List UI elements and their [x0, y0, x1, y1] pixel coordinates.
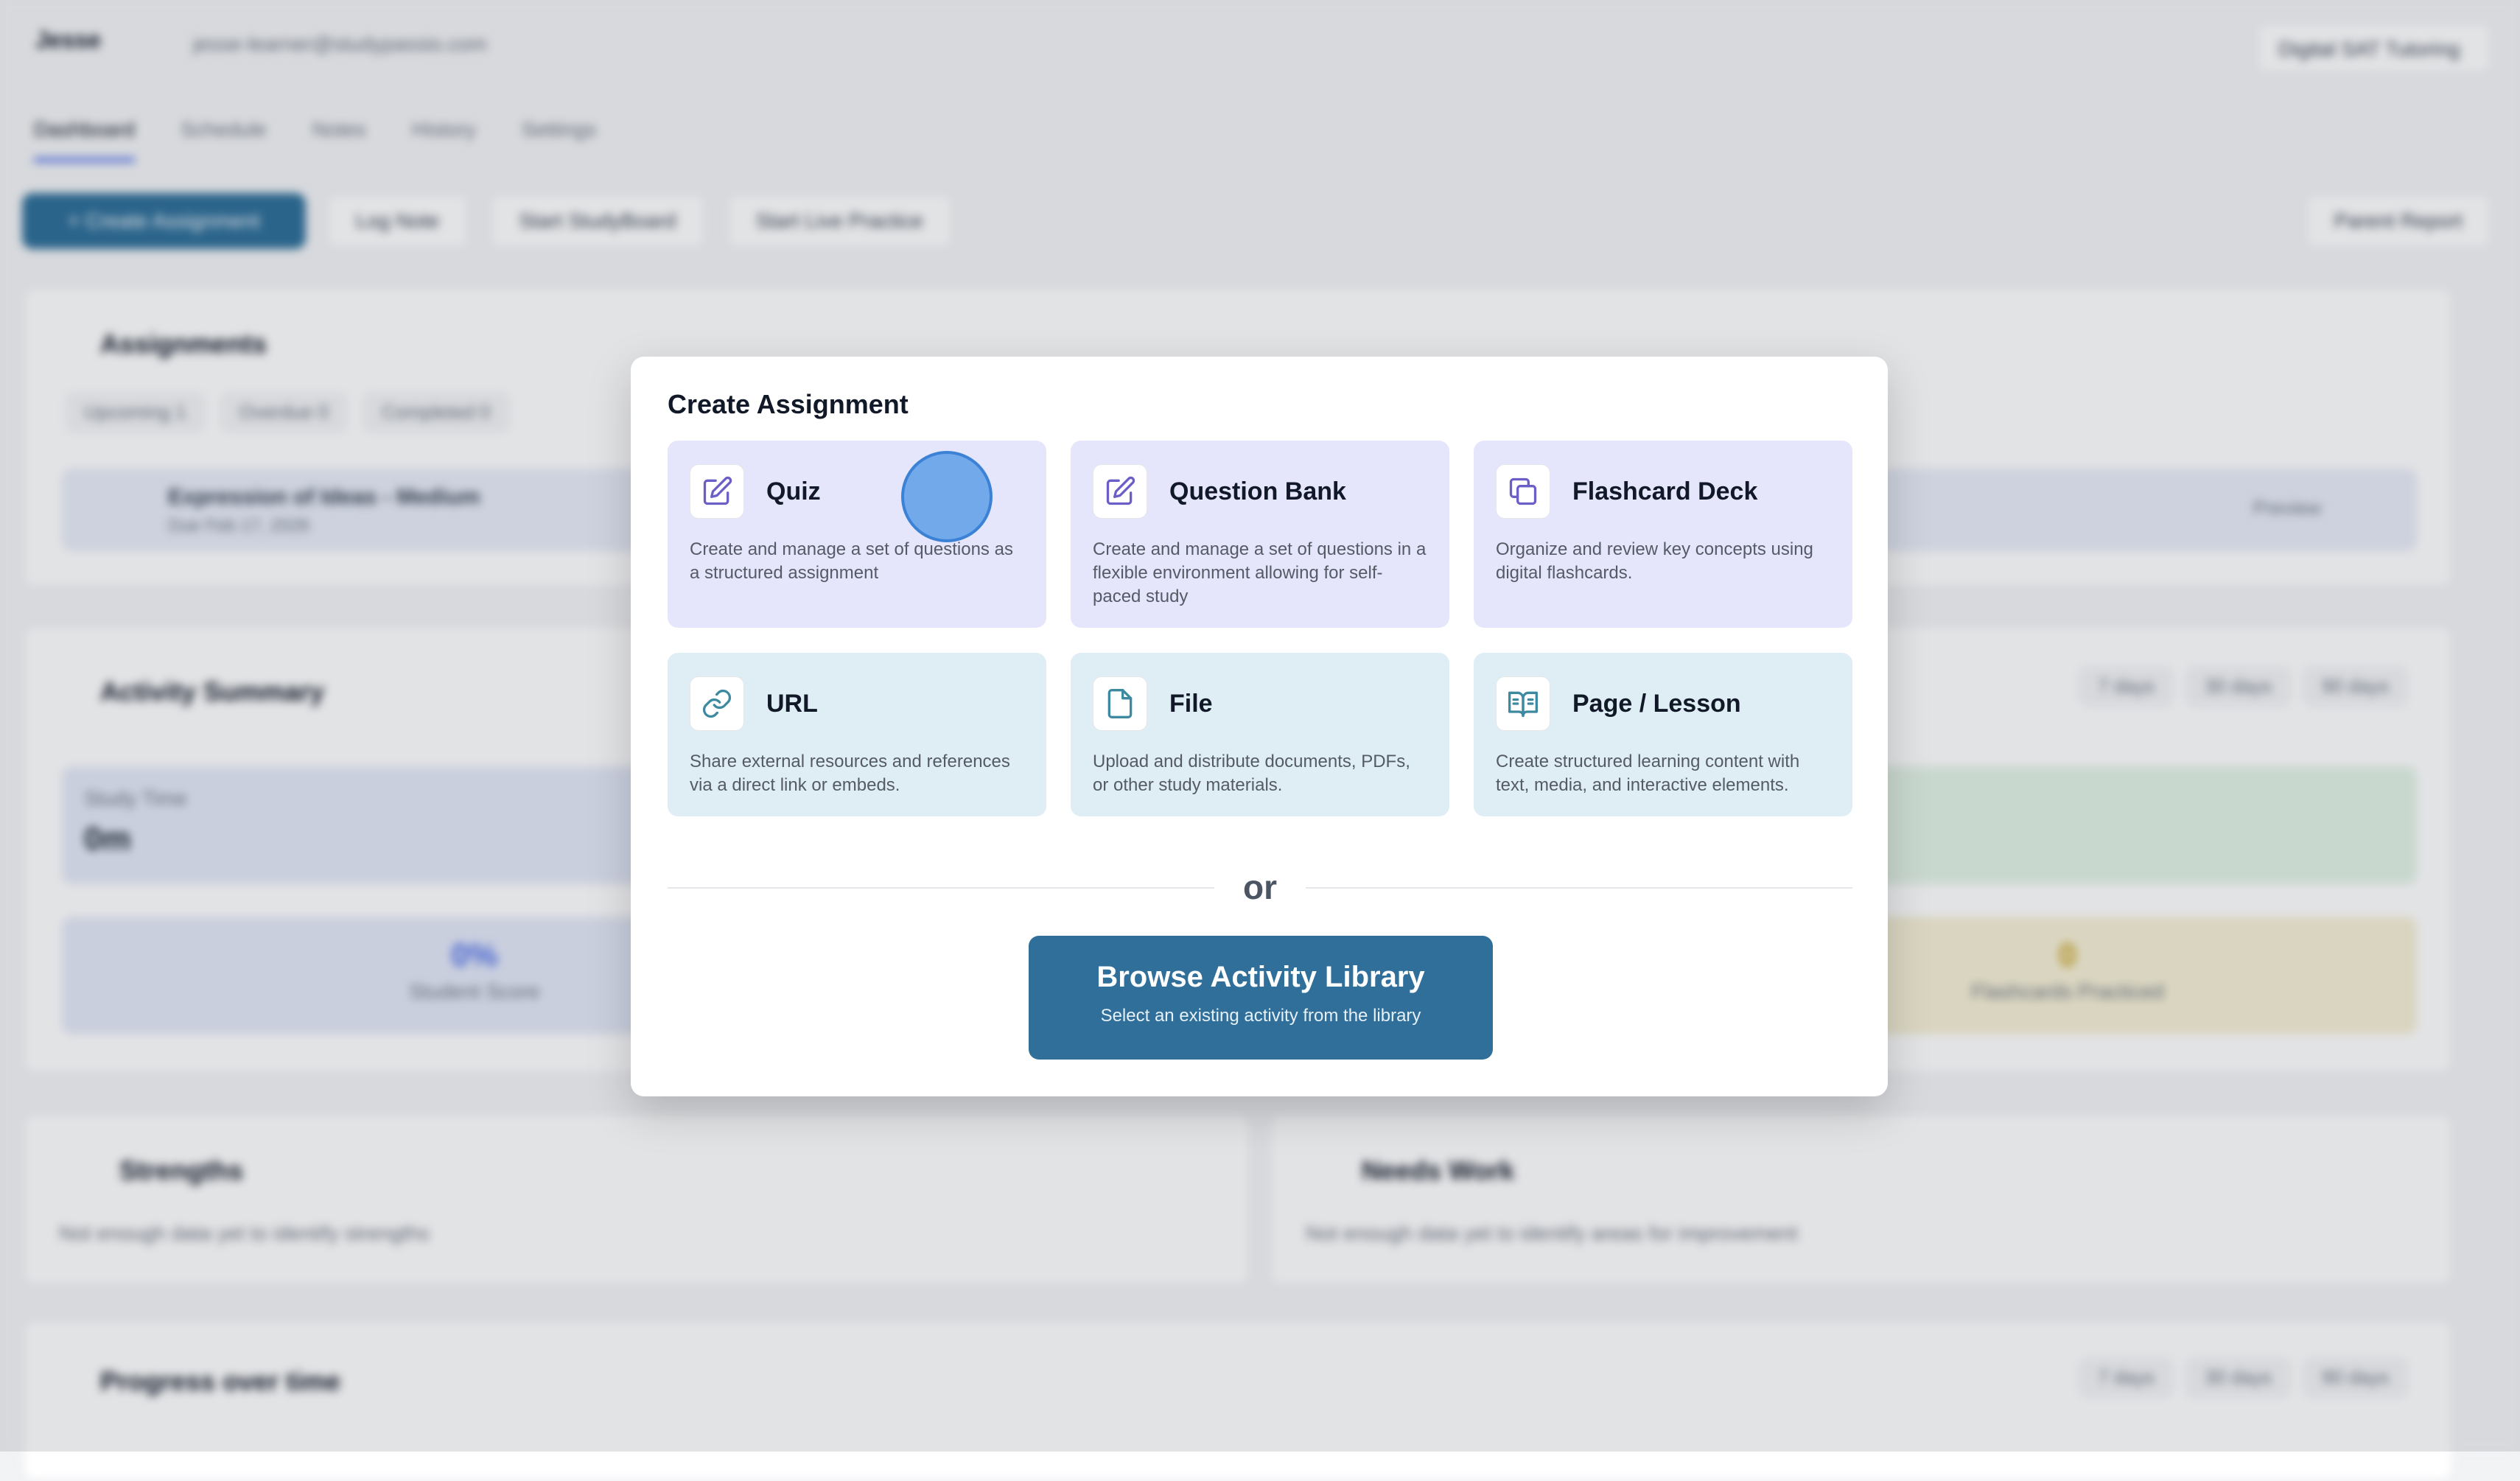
option-file[interactable]: File Upload and distribute documents, PD…	[1071, 653, 1449, 816]
option-flashcard-deck[interactable]: Flashcard Deck Organize and review key c…	[1474, 441, 1852, 628]
book-open-icon	[1496, 676, 1550, 731]
option-page-lesson[interactable]: Page / Lesson Create structured learning…	[1474, 653, 1852, 816]
option-title: File	[1169, 689, 1213, 718]
option-description: Create and manage a set of questions in …	[1093, 539, 1427, 606]
browse-subtitle: Select an existing activity from the lib…	[1100, 1006, 1421, 1026]
modal-title: Create Assignment	[668, 389, 909, 419]
option-title: Flashcard Deck	[1572, 477, 1758, 505]
option-description: Create structured learning content with …	[1496, 752, 1800, 795]
option-title: Quiz	[766, 477, 821, 505]
option-question-bank[interactable]: Question Bank Create and manage a set of…	[1071, 441, 1449, 628]
browse-activity-library-button[interactable]: Browse Activity Library Select an existi…	[1029, 936, 1493, 1060]
assignment-type-grid: Quiz Create and manage a set of question…	[668, 441, 1852, 816]
edit-icon	[1093, 464, 1147, 519]
option-description: Share external resources and references …	[690, 752, 1010, 795]
option-title: Question Bank	[1169, 477, 1346, 505]
option-quiz[interactable]: Quiz Create and manage a set of question…	[668, 441, 1046, 628]
option-title: URL	[766, 689, 818, 718]
option-description: Organize and review key concepts using d…	[1496, 539, 1813, 583]
divider-line-left	[668, 887, 1214, 889]
option-title: Page / Lesson	[1572, 689, 1741, 718]
divider-line-right	[1306, 887, 1852, 889]
file-icon	[1093, 676, 1147, 731]
option-description: Create and manage a set of questions as …	[690, 539, 1013, 583]
pointer-cursor-indicator	[901, 451, 993, 542]
browse-title: Browse Activity Library	[1096, 961, 1425, 993]
option-url[interactable]: URL Share external resources and referen…	[668, 653, 1046, 816]
copy-icon	[1496, 464, 1550, 519]
option-description: Upload and distribute documents, PDFs, o…	[1093, 752, 1410, 795]
or-divider: or	[668, 865, 1852, 909]
or-text: or	[1243, 868, 1277, 906]
link-icon	[690, 676, 744, 731]
create-assignment-modal: Create Assignment Quiz Create and manage…	[631, 357, 1888, 1096]
edit-icon	[690, 464, 744, 519]
